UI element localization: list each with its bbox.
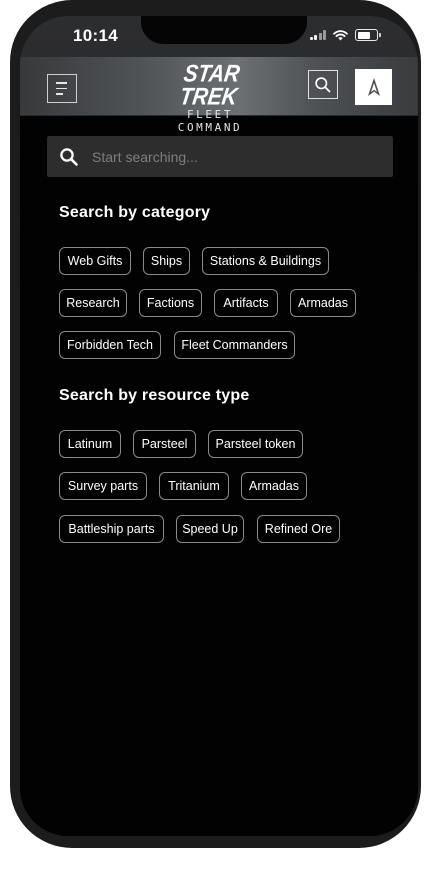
category-chip-artifacts[interactable]: Artifacts	[214, 289, 278, 317]
resource-chip-speed-up[interactable]: Speed Up	[176, 515, 244, 543]
battery-icon	[355, 29, 381, 41]
star-trek-logo[interactable]: STAR TREK FLEET COMMAND	[158, 60, 262, 134]
cellular-signal-icon	[309, 30, 326, 40]
logo-sub-text: FLEET COMMAND	[177, 108, 243, 134]
search-bar[interactable]	[47, 136, 393, 177]
avatar[interactable]	[355, 69, 392, 105]
delta-insignia-icon	[367, 78, 380, 96]
category-chip-web-gifts[interactable]: Web Gifts	[59, 247, 131, 275]
status-icons	[309, 29, 381, 41]
search-icon	[315, 76, 331, 92]
category-chip-armadas[interactable]: Armadas	[290, 289, 356, 317]
category-chip-stations-buildings[interactable]: Stations & Buildings	[202, 247, 329, 275]
category-chip-research[interactable]: Research	[59, 289, 127, 317]
wifi-icon	[333, 29, 348, 40]
search-input[interactable]	[90, 147, 374, 166]
app-header: STAR TREK FLEET COMMAND	[20, 57, 418, 134]
resource-chip-parsteel[interactable]: Parsteel	[133, 430, 196, 458]
status-time: 10:14	[73, 26, 118, 45]
resource-chip-refined-ore[interactable]: Refined Ore	[257, 515, 340, 543]
resource-chip-survey-parts[interactable]: Survey parts	[59, 472, 147, 500]
app-screen: 10:14 STAR TREK FLEET COMMAND Start sear…	[20, 16, 418, 836]
resource-chip-parsteel-token[interactable]: Parsteel token	[208, 430, 303, 458]
notch	[141, 16, 307, 44]
category-chip-forbidden-tech[interactable]: Forbidden Tech	[59, 331, 161, 359]
search-icon	[60, 147, 78, 166]
hamburger-menu-icon[interactable]	[47, 74, 77, 103]
category-chip-ships[interactable]: Ships	[143, 247, 190, 275]
category-section-title: Search by category	[59, 204, 211, 221]
resource-chip-tritanium[interactable]: Tritanium	[159, 472, 229, 500]
category-chip-factions[interactable]: Factions	[139, 289, 202, 317]
resource-chip-armadas[interactable]: Armadas	[241, 472, 307, 500]
resource-chip-latinum[interactable]: Latinum	[59, 430, 121, 458]
category-chip-fleet-commanders[interactable]: Fleet Commanders	[174, 331, 295, 359]
header-search-button[interactable]	[308, 70, 338, 99]
resource-chip-battleship-parts[interactable]: Battleship parts	[59, 515, 164, 543]
resource-section-title: Search by resource type	[59, 387, 250, 404]
logo-main-text: STAR TREK	[178, 60, 242, 111]
